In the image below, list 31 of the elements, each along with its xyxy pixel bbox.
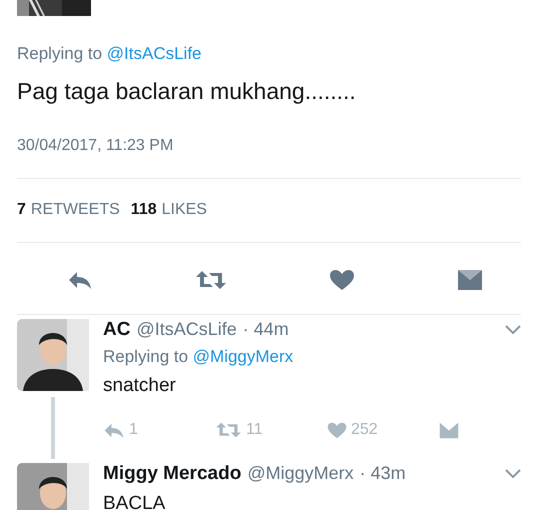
handle-link[interactable]: @MiggyMerx — [192, 347, 294, 366]
retweets-label[interactable]: RETWEETS — [30, 201, 120, 219]
time-ago: · 43m — [360, 463, 406, 484]
heart-icon[interactable] — [327, 422, 347, 438]
reply-icon[interactable] — [67, 270, 93, 290]
user-name[interactable]: Miggy Mercado — [103, 463, 242, 485]
retweet-count: 11 — [246, 421, 263, 439]
envelope-icon[interactable] — [457, 269, 483, 291]
replying-to-text: Replying to @MiggyMerx — [103, 347, 294, 367]
reply-text: snatcher — [103, 375, 177, 397]
timestamp: 30/04/2017, 11:23 PM — [17, 137, 174, 155]
replying-to-text: Replying to @ItsACsLife — [17, 44, 203, 64]
chevron-icon[interactable] — [505, 325, 521, 335]
user-name[interactable]: AC — [103, 319, 130, 341]
reply-text: BACLA — [103, 493, 166, 510]
user-handle[interactable]: @MiggyMerx — [247, 463, 354, 484]
time-ago: · 44m — [242, 319, 289, 340]
reply-count: 1 — [129, 421, 138, 439]
retweets-count: 7 — [17, 201, 26, 219]
envelope-icon[interactable] — [439, 422, 459, 438]
retweet-icon[interactable] — [215, 421, 242, 439]
heart-icon[interactable] — [329, 269, 355, 291]
like-count: 252 — [351, 421, 378, 439]
retweet-icon[interactable] — [195, 269, 227, 291]
chevron-icon[interactable] — [505, 469, 521, 479]
user-handle[interactable]: @ItsACsLife — [136, 319, 237, 340]
likes-count: 118 — [130, 201, 157, 219]
handle-link[interactable]: @ItsACsLife — [106, 44, 202, 63]
reply-icon[interactable] — [103, 422, 125, 438]
tweet-text: Pag taga baclaran mukhang........ — [17, 78, 357, 105]
likes-label[interactable]: LIKES — [162, 201, 207, 219]
